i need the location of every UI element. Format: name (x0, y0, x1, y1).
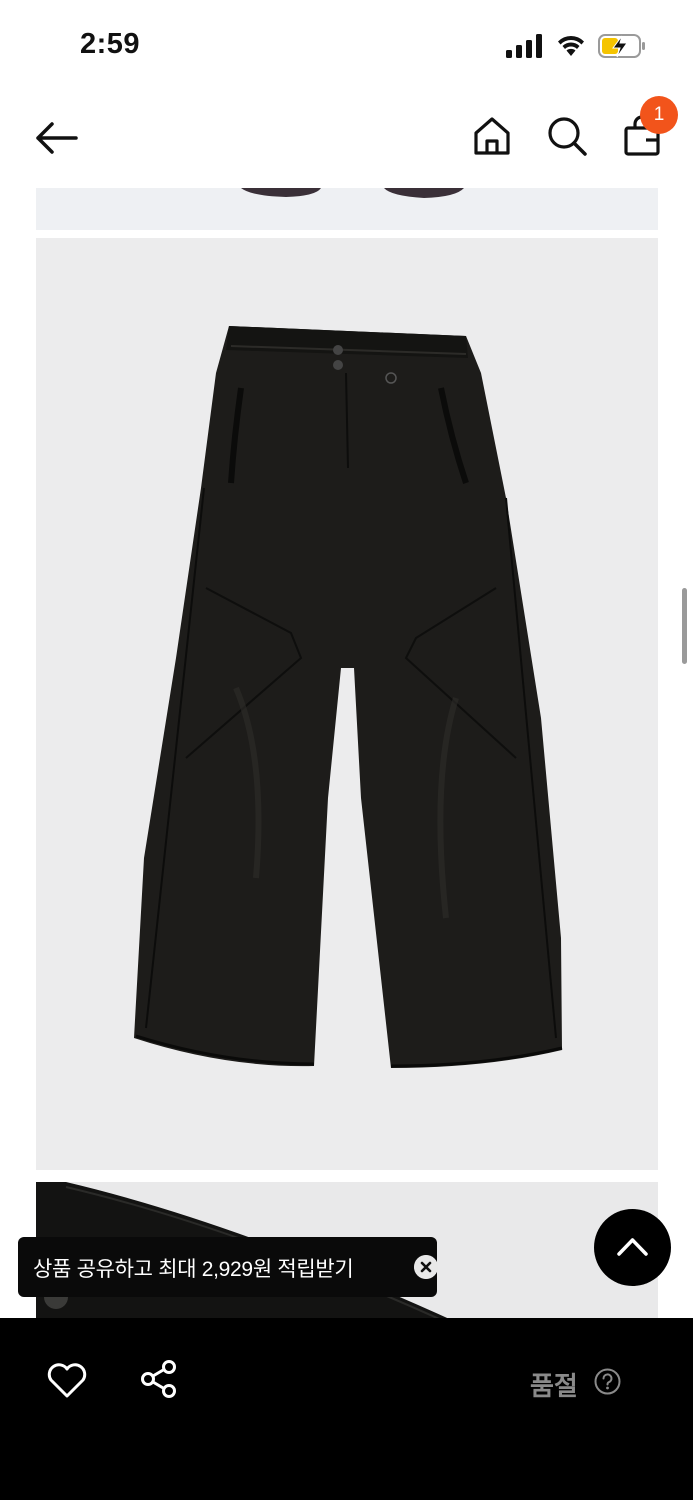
toast-message: 상품 공유하고 최대 2,929원 적립받기 (33, 1258, 354, 1281)
product-image-main (36, 238, 658, 1170)
home-icon[interactable] (470, 114, 514, 158)
status-bar: 2:59 (0, 0, 693, 92)
chevron-up-icon (617, 1238, 648, 1256)
scroll-indicator[interactable] (682, 588, 687, 664)
scroll-to-top-button[interactable] (594, 1209, 671, 1286)
status-time: 2:59 (80, 28, 141, 60)
cellular-signal-icon (506, 34, 542, 58)
soldout-label: 품절 (530, 1371, 578, 1401)
product-image-previous (36, 188, 658, 230)
arrow-left-icon[interactable] (32, 118, 80, 158)
share-icon[interactable] (138, 1358, 180, 1400)
bottom-action-bar: 품절 (0, 1318, 693, 1500)
heart-icon[interactable] (46, 1360, 88, 1400)
close-circle-icon[interactable] (414, 1255, 438, 1279)
search-icon[interactable] (545, 114, 589, 158)
wifi-icon (558, 35, 584, 56)
cart-count-badge: 1 (640, 96, 678, 134)
battery-charging-icon (598, 34, 645, 58)
share-reward-toast[interactable]: 상품 공유하고 최대 2,929원 적립받기 (18, 1237, 438, 1297)
question-circle-icon[interactable] (594, 1368, 621, 1395)
top-navigation (0, 92, 693, 188)
